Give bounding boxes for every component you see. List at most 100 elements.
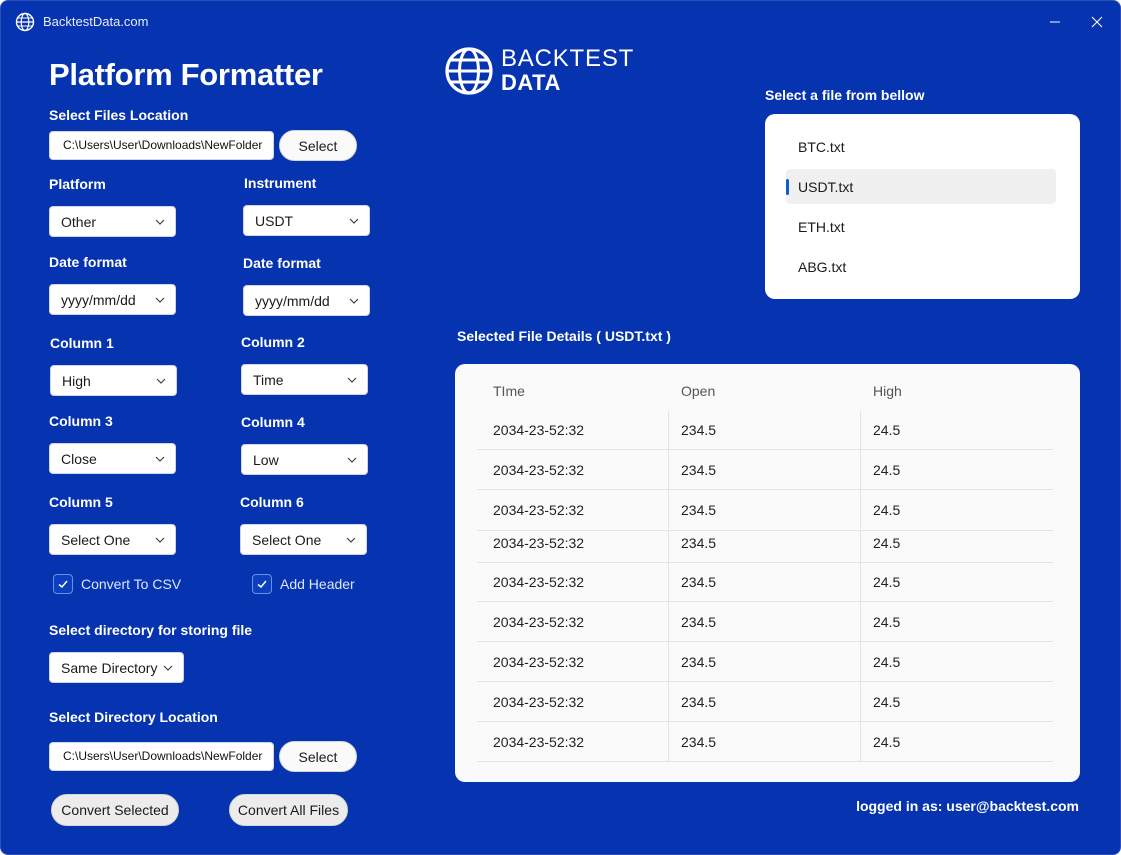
date-format-value-left: yyyy/mm/dd <box>61 291 136 308</box>
window-title: BacktestData.com <box>43 14 149 29</box>
minimize-button[interactable] <box>1044 11 1066 33</box>
column-4-select[interactable]: Low <box>241 444 368 475</box>
platform-select[interactable]: Other <box>49 206 176 237</box>
directory-location-input[interactable]: C:\Users\User\Downloads\NewFolder <box>49 742 274 771</box>
convert-selected-button[interactable]: Convert Selected <box>51 794 179 826</box>
column-2-select[interactable]: Time <box>241 364 368 395</box>
page-title: Platform Formatter <box>49 57 323 92</box>
store-directory-select[interactable]: Same Directory <box>49 652 184 683</box>
cell-open: 234.5 <box>681 654 717 670</box>
cell-open: 234.5 <box>681 462 717 478</box>
cell-time: 2034-23-52:32 <box>493 734 585 750</box>
cell-high: 24.5 <box>873 654 901 670</box>
platform-value: Other <box>61 213 97 230</box>
convert-csv-checkbox[interactable] <box>53 574 73 594</box>
files-select-button[interactable]: Select <box>279 130 357 161</box>
cell-high: 24.5 <box>873 734 901 750</box>
date-format-select-right[interactable]: yyyy/mm/dd <box>243 285 370 316</box>
cell-open: 234.5 <box>681 614 717 630</box>
details-table: TIme Open High 2034-23-52:32 234.5 24.5 … <box>455 364 1080 782</box>
cell-time: 2034-23-52:32 <box>493 422 585 438</box>
column-header-time[interactable]: TIme <box>493 383 525 399</box>
cell-open: 234.5 <box>681 574 717 590</box>
date-format-value-right: yyyy/mm/dd <box>255 292 330 309</box>
globe-icon <box>15 12 35 32</box>
column-3-value: Close <box>61 450 97 467</box>
column-5-select[interactable]: Select One <box>49 524 176 555</box>
logo-text-data: DATA <box>501 70 561 95</box>
globe-logo-icon <box>445 47 493 95</box>
file-list-label: Select a file from bellow <box>765 87 925 103</box>
convert-all-button[interactable]: Convert All Files <box>229 794 348 826</box>
file-item-usdt[interactable]: USDT.txt <box>786 169 1056 204</box>
file-item-label: ABG.txt <box>798 258 847 275</box>
column-2-label: Column 2 <box>241 334 305 350</box>
cell-open: 234.5 <box>681 535 717 551</box>
chevron-down-icon <box>346 537 356 543</box>
table-row[interactable]: 2034-23-52:32 234.5 24.5 <box>477 602 1053 642</box>
date-format-select-left[interactable]: yyyy/mm/dd <box>49 284 176 315</box>
chevron-down-icon <box>349 298 359 304</box>
chevron-down-icon <box>156 378 166 384</box>
title-bar: BacktestData.com <box>1 1 1120 43</box>
column-2-value: Time <box>253 371 284 388</box>
chevron-down-icon <box>155 456 165 462</box>
column-4-label: Column 4 <box>241 414 305 430</box>
cell-high: 24.5 <box>873 574 901 590</box>
file-item-abg[interactable]: ABG.txt <box>786 249 1056 284</box>
selection-indicator <box>786 179 789 195</box>
files-location-label: Select Files Location <box>49 107 189 123</box>
column-1-select[interactable]: High <box>50 365 177 396</box>
close-button[interactable] <box>1086 11 1108 33</box>
minimize-icon <box>1050 21 1060 23</box>
table-row[interactable]: 2034-23-52:32 234.5 24.5 <box>477 410 1053 450</box>
details-label: Selected File Details ( USDT.txt ) <box>457 328 671 344</box>
cell-time: 2034-23-52:32 <box>493 614 585 630</box>
app-window: BacktestData.com Platform Formatter Sele… <box>0 0 1121 855</box>
column-5-label: Column 5 <box>49 494 113 510</box>
column-6-value: Select One <box>252 531 322 548</box>
platform-label: Platform <box>49 176 106 192</box>
cell-high: 24.5 <box>873 422 901 438</box>
table-row[interactable]: 2034-23-52:32 234.5 24.5 <box>477 642 1053 682</box>
table-row[interactable]: 2034-23-52:32 234.5 24.5 <box>477 522 1053 562</box>
cell-time: 2034-23-52:32 <box>493 654 585 670</box>
column-3-label: Column 3 <box>49 413 113 429</box>
add-header-label: Add Header <box>280 576 355 592</box>
file-item-btc[interactable]: BTC.txt <box>786 129 1056 164</box>
cell-open: 234.5 <box>681 502 717 518</box>
cell-open: 234.5 <box>681 694 717 710</box>
files-location-input[interactable]: C:\Users\User\Downloads\NewFolder <box>49 131 274 160</box>
logged-in-status: logged in as: user@backtest.com <box>856 798 1079 814</box>
column-3-select[interactable]: Close <box>49 443 176 474</box>
cell-time: 2034-23-52:32 <box>493 535 585 551</box>
column-5-value: Select One <box>61 531 131 548</box>
instrument-select[interactable]: USDT <box>243 205 370 236</box>
chevron-down-icon <box>155 537 165 543</box>
cell-high: 24.5 <box>873 694 901 710</box>
column-6-select[interactable]: Select One <box>240 524 367 555</box>
chevron-down-icon <box>155 219 165 225</box>
column-4-value: Low <box>253 451 279 468</box>
table-row[interactable]: 2034-23-52:32 234.5 24.5 <box>477 682 1053 722</box>
close-icon <box>1091 16 1103 28</box>
cell-time: 2034-23-52:32 <box>493 574 585 590</box>
add-header-checkbox[interactable] <box>252 574 272 594</box>
convert-csv-label: Convert To CSV <box>81 576 182 592</box>
chevron-down-icon <box>347 377 357 383</box>
file-item-eth[interactable]: ETH.txt <box>786 209 1056 244</box>
table-row[interactable]: 2034-23-52:32 234.5 24.5 <box>477 562 1053 602</box>
chevron-down-icon <box>347 457 357 463</box>
column-1-label: Column 1 <box>50 335 114 351</box>
directory-select-button[interactable]: Select <box>279 741 357 772</box>
table-row[interactable]: 2034-23-52:32 234.5 24.5 <box>477 722 1053 762</box>
cell-time: 2034-23-52:32 <box>493 694 585 710</box>
file-list: BTC.txt USDT.txt ETH.txt ABG.txt <box>765 114 1080 299</box>
cell-open: 234.5 <box>681 422 717 438</box>
table-row[interactable]: 2034-23-52:32 234.5 24.5 <box>477 450 1053 490</box>
cell-high: 24.5 <box>873 614 901 630</box>
column-header-high[interactable]: High <box>873 383 902 399</box>
directory-location-label: Select Directory Location <box>49 709 218 725</box>
column-header-open[interactable]: Open <box>681 383 715 399</box>
cell-time: 2034-23-52:32 <box>493 462 585 478</box>
